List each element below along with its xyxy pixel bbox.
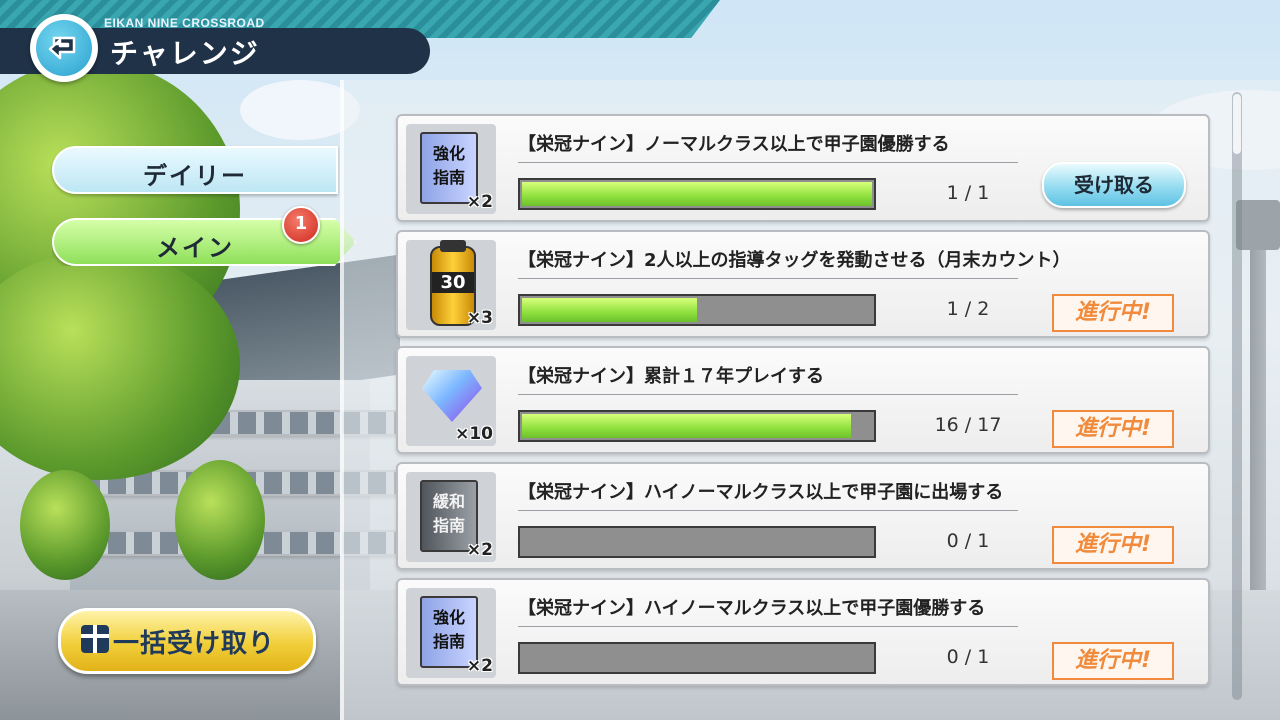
bottle-number: 30 — [432, 272, 474, 293]
book-icon-text: 緩和 — [432, 492, 465, 511]
challenge-row: 緩和指南 ×2 【栄冠ナイン】ハイノーマルクラス以上で甲子園に出場する 0 / 1 進行… — [396, 462, 1210, 570]
progress-count: 16 / 17 — [934, 414, 1002, 436]
bulk-receive-button[interactable]: 一括受け取り — [58, 608, 316, 674]
book-icon-text: 強化 — [432, 608, 465, 627]
book-icon-text: 指南 — [432, 516, 465, 535]
reward-quantity: ×10 — [455, 424, 493, 444]
page-title: チャレンジ — [110, 37, 260, 70]
reward-item: 強化指南 ×2 — [406, 588, 496, 678]
notification-badge: 1 — [282, 206, 320, 244]
challenge-title: 【栄冠ナイン】ノーマルクラス以上で甲子園優勝する — [518, 130, 1018, 163]
scrollbar-thumb[interactable] — [1233, 94, 1241, 154]
back-arrow-icon — [48, 36, 76, 60]
progress-bar — [518, 410, 876, 442]
book-icon-text: 指南 — [432, 632, 465, 651]
back-button[interactable] — [30, 14, 98, 82]
progress-count: 0 / 1 — [946, 530, 990, 552]
challenge-row: 強化指南 ×2 【栄冠ナイン】ノーマルクラス以上で甲子園優勝する 1 / 1 受け取る — [396, 114, 1210, 222]
in-progress-status: 進行中! — [1052, 294, 1174, 332]
challenge-row: ×10 【栄冠ナイン】累計１７年プレイする 16 / 17 進行中! — [396, 346, 1210, 454]
progress-bar — [518, 642, 876, 674]
reward-item: 30 ×3 — [406, 240, 496, 330]
reward-quantity: ×2 — [466, 656, 493, 676]
progress-bar — [518, 178, 876, 210]
bulk-receive-label: 一括受け取り — [113, 629, 276, 659]
progress-bar — [518, 526, 876, 558]
challenge-title: 【栄冠ナイン】累計１７年プレイする — [518, 362, 1018, 395]
challenge-title: 【栄冠ナイン】ハイノーマルクラス以上で甲子園に出場する — [518, 478, 1018, 511]
tree — [175, 460, 265, 580]
header-subtitle: EIKAN NINE CROSSROAD — [104, 16, 265, 30]
scrollbar-track[interactable] — [1232, 92, 1242, 700]
in-progress-status: 進行中! — [1052, 410, 1174, 448]
diamond-gem-icon — [422, 370, 482, 422]
progress-count: 0 / 1 — [946, 646, 990, 668]
gift-icon — [81, 625, 109, 653]
progress-count: 1 / 1 — [946, 182, 990, 204]
reward-quantity: ×2 — [466, 192, 493, 212]
challenge-title: 【栄冠ナイン】2人以上の指導タッグを発動させる（月末カウント） — [518, 246, 1071, 279]
progress-fill — [522, 298, 697, 322]
progress-count: 1 / 2 — [946, 298, 990, 320]
book-icon-text: 強化 — [432, 144, 465, 163]
tab-daily[interactable]: デイリー — [52, 146, 338, 194]
reward-item: 強化指南 ×2 — [406, 124, 496, 214]
reward-item: 緩和指南 ×2 — [406, 472, 496, 562]
in-progress-status: 進行中! — [1052, 642, 1174, 680]
progress-fill — [522, 182, 872, 206]
challenge-title: 【栄冠ナイン】ハイノーマルクラス以上で甲子園優勝する — [518, 594, 1018, 627]
reward-quantity: ×3 — [466, 308, 493, 328]
progress-fill — [522, 414, 851, 438]
reward-item: ×10 — [406, 356, 496, 446]
tab-daily-label: デイリー — [143, 162, 247, 190]
claim-reward-button[interactable]: 受け取る — [1042, 162, 1186, 208]
in-progress-status: 進行中! — [1052, 526, 1174, 564]
challenge-row: 強化指南 ×2 【栄冠ナイン】ハイノーマルクラス以上で甲子園優勝する 0 / 1 進行中… — [396, 578, 1210, 686]
reward-quantity: ×2 — [466, 540, 493, 560]
challenge-row: 30 ×3 【栄冠ナイン】2人以上の指導タッグを発動させる（月末カウント） 1 / 2… — [396, 230, 1210, 338]
tree — [20, 470, 110, 580]
book-icon-text: 指南 — [432, 168, 465, 187]
progress-bar — [518, 294, 876, 326]
